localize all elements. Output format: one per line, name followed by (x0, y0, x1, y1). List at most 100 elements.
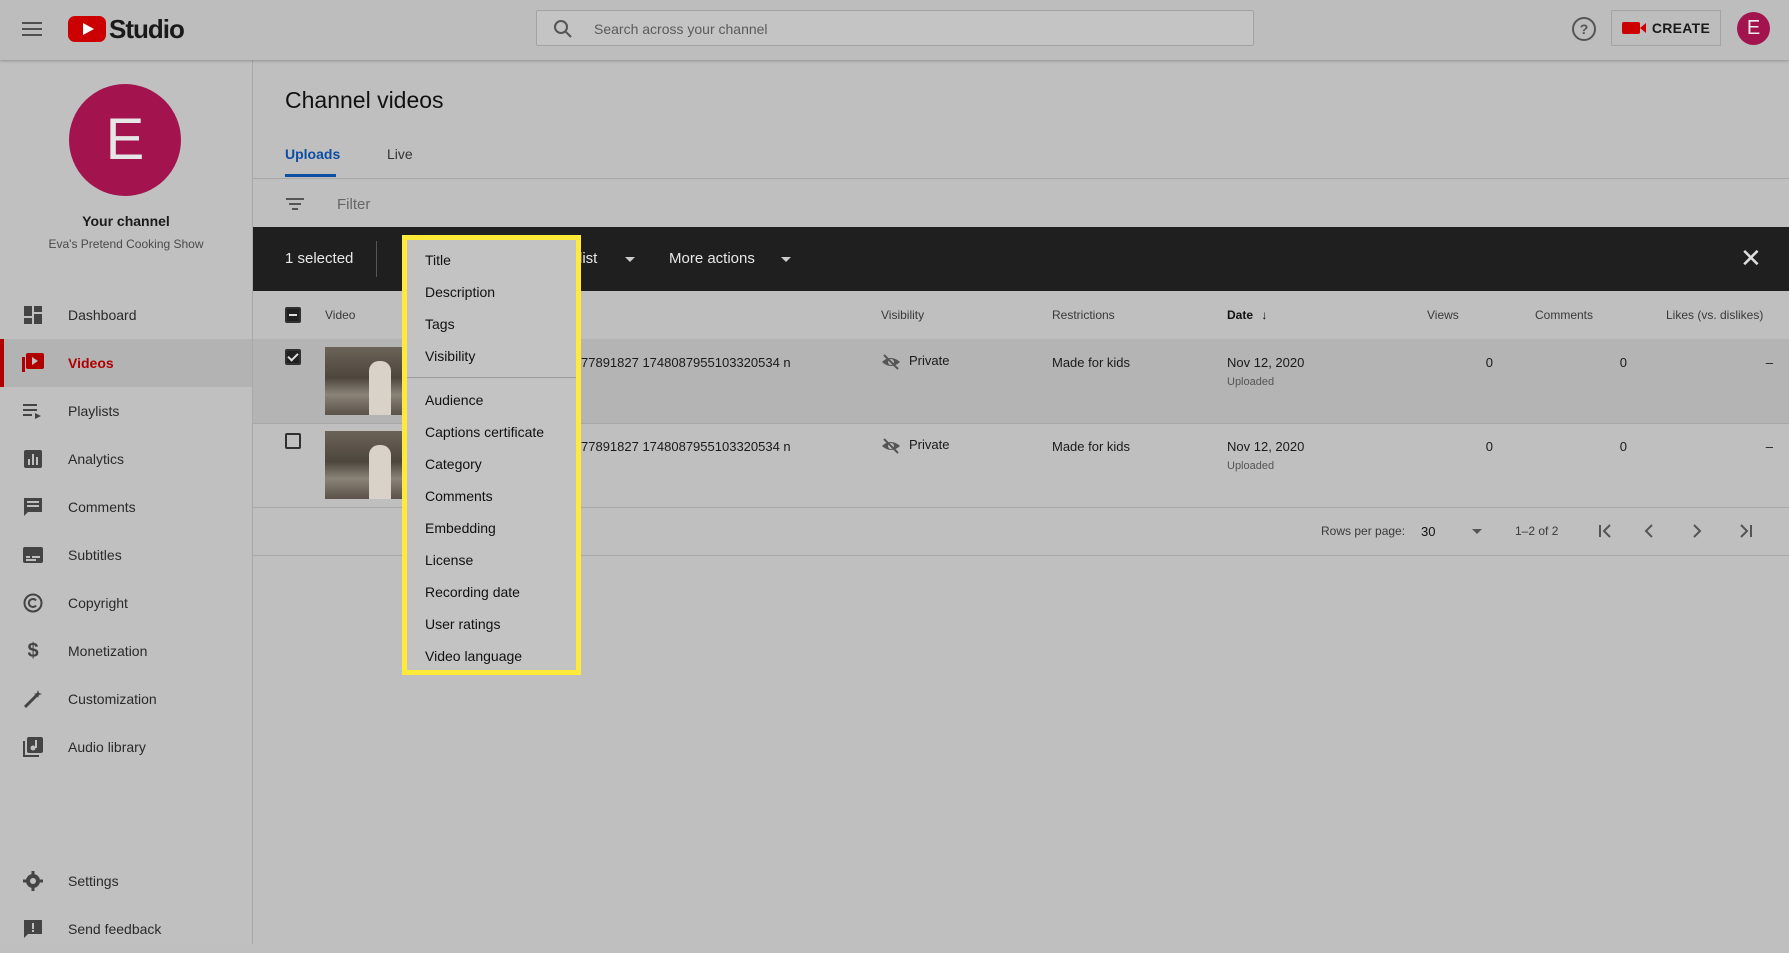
menu-item-category[interactable]: Category (425, 456, 482, 472)
sidebar-item-label: Comments (68, 499, 136, 515)
first-page-icon[interactable] (1598, 524, 1614, 538)
comments-icon (22, 496, 44, 518)
visibility-label: Private (909, 437, 950, 452)
likes-cell: – (1765, 355, 1773, 370)
menu-item-user-ratings[interactable]: User ratings (425, 616, 500, 632)
selected-count: 1 selected (285, 250, 354, 267)
logo-text: Studio (109, 13, 185, 44)
column-views[interactable]: Views (1427, 308, 1459, 322)
playlists-icon (22, 400, 44, 422)
sidebar-item-dashboard[interactable]: Dashboard (0, 291, 252, 339)
menu-item-title[interactable]: Title (425, 252, 451, 268)
help-icon[interactable]: ? (1572, 17, 1596, 41)
account-avatar[interactable]: E (1737, 12, 1770, 45)
column-date[interactable]: Date ↓ (1227, 308, 1267, 322)
previous-page-icon[interactable] (1643, 524, 1655, 538)
filter-icon[interactable] (285, 196, 305, 212)
sidebar-item-monetization[interactable]: $ Monetization (0, 627, 252, 675)
video-title[interactable]: 77891827 1748087955103320534 n (581, 355, 791, 370)
customization-icon (22, 688, 44, 710)
date-cell: Nov 12, 2020 (1227, 355, 1305, 370)
sidebar-item-settings[interactable]: Settings (0, 857, 252, 905)
sidebar-item-audio-library[interactable]: Audio library (0, 723, 252, 771)
sidebar-item-videos[interactable]: Videos (0, 339, 252, 387)
page-title: Channel videos (285, 87, 444, 113)
video-title[interactable]: 77891827 1748087955103320534 n (581, 439, 791, 454)
menu-item-video-language[interactable]: Video language (425, 648, 522, 664)
search-box[interactable] (536, 10, 1254, 47)
row-checkbox[interactable] (285, 433, 301, 449)
next-page-icon[interactable] (1691, 524, 1703, 538)
sidebar-item-analytics[interactable]: Analytics (0, 435, 252, 483)
menu-item-description[interactable]: Description (425, 284, 495, 300)
divider (376, 241, 377, 277)
comments-cell: 0 (1619, 355, 1627, 370)
add-to-playlist-button[interactable]: list (579, 250, 597, 267)
sidebar-item-label: Copyright (68, 595, 128, 611)
sidebar-item-comments[interactable]: Comments (0, 483, 252, 531)
chevron-down-icon[interactable] (1472, 529, 1482, 534)
sidebar-item-label: Videos (68, 355, 114, 371)
menu-item-captions-certificate[interactable]: Captions certificate (425, 424, 544, 440)
sidebar-item-label: Customization (68, 691, 157, 707)
menu-item-audience[interactable]: Audience (425, 392, 483, 408)
date-status: Uploaded (1227, 460, 1275, 472)
filter-input[interactable]: Filter (337, 196, 370, 213)
visibility-cell[interactable]: Private (881, 353, 949, 370)
sidebar-item-customization[interactable]: Customization (0, 675, 252, 723)
sidebar-item-label: Monetization (68, 643, 148, 659)
last-page-icon[interactable] (1737, 524, 1753, 538)
close-icon[interactable]: ✕ (1740, 245, 1762, 271)
analytics-icon (22, 448, 44, 470)
studio-logo[interactable]: Studio (68, 13, 185, 44)
tab-live[interactable]: Live (387, 146, 413, 178)
search-icon (554, 20, 572, 38)
menu-item-recording-date[interactable]: Recording date (425, 584, 520, 600)
arrow-down-icon: ↓ (1261, 308, 1268, 322)
sidebar-item-playlists[interactable]: Playlists (0, 387, 252, 435)
channel-avatar[interactable]: E (69, 84, 181, 196)
create-label: CREATE (1651, 20, 1711, 36)
sidebar-item-send-feedback[interactable]: Send feedback (0, 905, 252, 953)
eye-off-icon (882, 353, 900, 370)
column-likes[interactable]: Likes (vs. dislikes) (1666, 308, 1763, 322)
select-all-checkbox[interactable] (285, 307, 301, 323)
visibility-cell[interactable]: Private (881, 437, 949, 454)
menu-icon[interactable] (20, 18, 44, 42)
sidebar: E Your channel Eva's Pretend Cooking Sho… (0, 60, 253, 944)
menu-item-tags[interactable]: Tags (425, 316, 455, 332)
column-video[interactable]: Video (325, 308, 355, 322)
eye-off-icon (882, 437, 900, 454)
sidebar-item-subtitles[interactable]: Subtitles (0, 531, 252, 579)
menu-item-license[interactable]: License (425, 552, 473, 568)
column-restrictions[interactable]: Restrictions (1052, 308, 1115, 322)
chevron-down-icon[interactable] (625, 257, 635, 262)
menu-item-embedding[interactable]: Embedding (425, 520, 496, 536)
edit-fields-dropdown: Title Description Tags Visibility Audien… (402, 235, 581, 675)
row-checkbox[interactable] (285, 349, 301, 365)
date-cell: Nov 12, 2020 (1227, 439, 1305, 454)
sidebar-item-copyright[interactable]: Copyright (0, 579, 252, 627)
sidebar-item-label: Audio library (68, 739, 146, 755)
menu-divider (407, 377, 576, 378)
menu-item-comments[interactable]: Comments (425, 488, 493, 504)
audio-library-icon (22, 736, 44, 758)
video-camera-icon (1621, 22, 1646, 34)
column-date-label: Date (1227, 308, 1254, 322)
menu-item-visibility[interactable]: Visibility (425, 348, 475, 364)
create-button[interactable]: CREATE (1611, 10, 1721, 46)
your-channel-label: Your channel (82, 213, 170, 229)
sidebar-item-label: Settings (68, 873, 119, 889)
page-range: 1–2 of 2 (1515, 524, 1559, 538)
youtube-play-icon (68, 16, 106, 42)
more-actions-button[interactable]: More actions (669, 250, 755, 267)
column-visibility[interactable]: Visibility (881, 308, 924, 322)
column-comments[interactable]: Comments (1535, 308, 1593, 322)
tab-indicator (285, 174, 336, 177)
top-bar: Studio ? CREATE E (0, 0, 1789, 60)
channel-name: Eva's Pretend Cooking Show (48, 237, 204, 251)
chevron-down-icon[interactable] (781, 257, 791, 262)
rows-per-page-select[interactable]: 30 (1421, 524, 1435, 539)
sidebar-item-label: Send feedback (68, 921, 162, 937)
search-input[interactable] (592, 11, 1236, 47)
